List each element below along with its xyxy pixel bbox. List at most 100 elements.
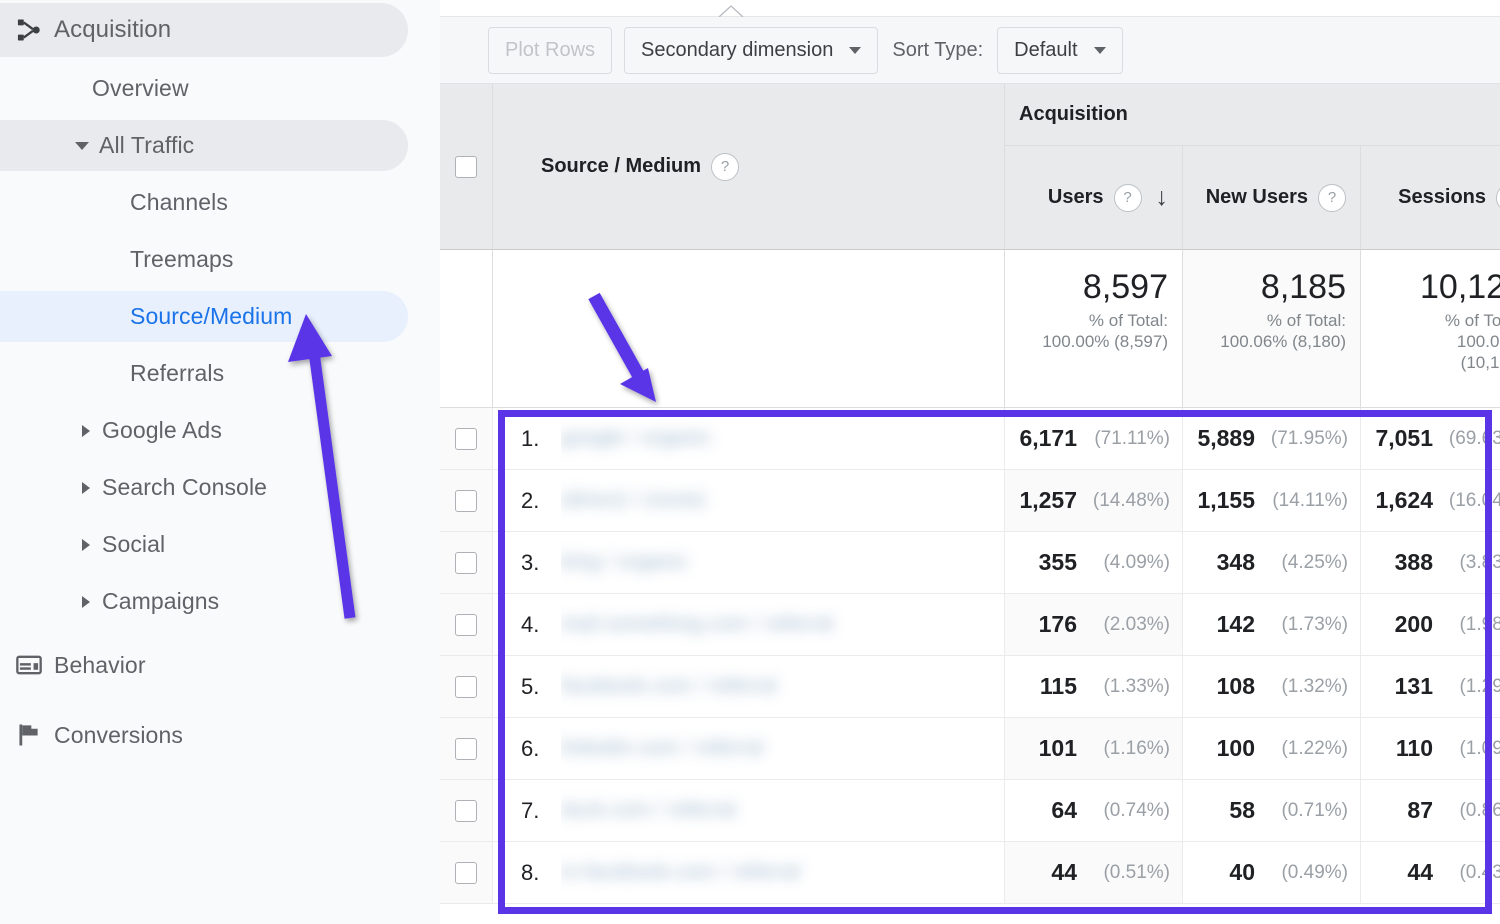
row-checkbox[interactable]: [455, 428, 477, 450]
sidebar-item-acquisition[interactable]: Acquisition: [0, 0, 440, 60]
help-icon[interactable]: ?: [1114, 184, 1142, 212]
metric-percent: (1.16%): [1086, 738, 1170, 760]
row-checkbox[interactable]: [455, 738, 477, 760]
summary-cell-users: 8,597 % of Total: 100.00% (8,597): [1004, 250, 1182, 408]
sort-type-label: Sort Type:: [892, 39, 983, 62]
sidebar-item-source-medium[interactable]: Source/Medium: [0, 288, 440, 345]
row-source-medium-blurred[interactable]: linkedin.com / referral: [561, 718, 1004, 780]
metric-percent: (71.11%): [1086, 428, 1170, 450]
metric-percent: (14.11%): [1264, 490, 1348, 512]
table-row[interactable]: 3.bing / organic355(4.09%)348(4.25%)388(…: [440, 532, 1500, 594]
table-row[interactable]: 4.mail.something.com / referral176(2.03%…: [440, 594, 1500, 656]
secondary-dimension-dropdown[interactable]: Secondary dimension: [624, 27, 878, 74]
summary-pct-label: % of Total:: [1193, 311, 1346, 332]
row-checkbox-cell[interactable]: [440, 532, 492, 594]
sidebar-item-label: Social: [102, 531, 165, 558]
analytics-source-medium-screen: Acquisition Overview All Traffic Channel…: [0, 0, 1500, 924]
row-checkbox[interactable]: [455, 862, 477, 884]
row-source-medium-blurred[interactable]: google / organic: [561, 408, 1004, 470]
caret-right-icon[interactable]: [82, 482, 90, 494]
row-checkbox-cell[interactable]: [440, 656, 492, 718]
metric-percent: (0.49%): [1264, 862, 1348, 884]
caret-right-icon[interactable]: [82, 596, 90, 608]
sidebar-item-treemaps[interactable]: Treemaps: [0, 231, 440, 288]
sidebar-item-label: Treemaps: [130, 246, 233, 273]
row-cell-new-users: 5,889(71.95%): [1182, 408, 1360, 470]
row-rank: 4.: [493, 612, 561, 638]
sidebar-item-social[interactable]: Social: [0, 516, 440, 573]
table-row[interactable]: 1.google / organic6,171(71.11%)5,889(71.…: [440, 408, 1500, 470]
row-checkbox[interactable]: [455, 614, 477, 636]
sidebar-item-channels[interactable]: Channels: [0, 174, 440, 231]
row-checkbox[interactable]: [455, 490, 477, 512]
help-icon[interactable]: ?: [711, 153, 739, 181]
row-rank: 6.: [493, 736, 561, 762]
column-header-users[interactable]: Users ? ↓: [1004, 146, 1182, 250]
column-header-new-users[interactable]: New Users ?: [1182, 146, 1360, 250]
sidebar-item-overview[interactable]: Overview: [0, 60, 440, 117]
metric-percent: (1.73%): [1264, 614, 1348, 636]
row-dimension-cell: 2.(direct) / (none): [492, 470, 1004, 532]
row-source-medium-label: mail.something.com / referral: [561, 613, 833, 636]
row-checkbox-cell[interactable]: [440, 718, 492, 780]
metric-percent: (0.51%): [1086, 862, 1170, 884]
row-cell-new-users: 58(0.71%): [1182, 780, 1360, 842]
sidebar-item-conversions[interactable]: Conversions: [0, 700, 440, 770]
row-source-medium-blurred[interactable]: facebook.com / referral: [561, 656, 1004, 718]
row-cell-users: 101(1.16%): [1004, 718, 1182, 780]
help-icon[interactable]: ?: [1318, 184, 1346, 212]
caret-right-icon[interactable]: [82, 425, 90, 437]
sidebar-item-google-ads[interactable]: Google Ads: [0, 402, 440, 459]
row-source-medium-blurred[interactable]: (direct) / (none): [561, 470, 1004, 532]
caret-down-icon[interactable]: [75, 142, 89, 150]
sidebar-item-all-traffic[interactable]: All Traffic: [0, 117, 440, 174]
column-header-sessions[interactable]: Sessions ?: [1360, 146, 1500, 250]
table-toolbar: Plot Rows Secondary dimension Sort Type:…: [440, 17, 1500, 84]
select-all-checkbox-cell[interactable]: [440, 84, 492, 250]
sort-descending-icon[interactable]: ↓: [1156, 185, 1169, 210]
main-report-panel: Plot Rows Secondary dimension Sort Type:…: [440, 0, 1500, 924]
row-checkbox-cell[interactable]: [440, 594, 492, 656]
table-row[interactable]: 6.linkedin.com / referral101(1.16%)100(1…: [440, 718, 1500, 780]
row-checkbox[interactable]: [455, 552, 477, 574]
table-row[interactable]: 2.(direct) / (none)1,257(14.48%)1,155(14…: [440, 470, 1500, 532]
table-row[interactable]: 7.duck.com / referral64(0.74%)58(0.71%)8…: [440, 780, 1500, 842]
row-cell-users: 6,171(71.11%): [1004, 408, 1182, 470]
acquisition-group-header: Acquisition: [1004, 84, 1500, 146]
plot-rows-button[interactable]: Plot Rows: [488, 27, 612, 74]
row-cell-sessions: 7,051(69.63%): [1360, 408, 1500, 470]
sort-type-dropdown[interactable]: Default: [997, 27, 1122, 74]
row-source-medium-blurred[interactable]: bing / organic: [561, 532, 1004, 594]
row-source-medium-blurred[interactable]: m.facebook.com / referral: [561, 842, 1004, 904]
sidebar-item-label: All Traffic: [99, 132, 194, 159]
row-source-medium-blurred[interactable]: mail.something.com / referral: [561, 594, 1004, 656]
caret-right-icon[interactable]: [82, 539, 90, 551]
row-source-medium-blurred[interactable]: duck.com / referral: [561, 780, 1004, 842]
summary-pct-detail: 100.06% (8,180): [1193, 332, 1346, 353]
metric-percent: (1.33%): [1086, 676, 1170, 698]
summary-pct-label: % of Total:: [1015, 311, 1168, 332]
sidebar-item-campaigns[interactable]: Campaigns: [0, 573, 440, 630]
table-body: 1.google / organic6,171(71.11%)5,889(71.…: [440, 408, 1500, 904]
sidebar-item-referrals[interactable]: Referrals: [0, 345, 440, 402]
dimension-column-header[interactable]: Source / Medium ?: [492, 84, 1004, 250]
row-checkbox-cell[interactable]: [440, 842, 492, 904]
sidebar-item-behavior[interactable]: Behavior: [0, 630, 440, 700]
metric-percent: (4.09%): [1086, 552, 1170, 574]
left-sidebar-navigation: Acquisition Overview All Traffic Channel…: [0, 0, 440, 924]
metric-percent: (0.74%): [1086, 800, 1170, 822]
metric-value: 87: [1407, 797, 1433, 824]
sidebar-item-search-console[interactable]: Search Console: [0, 459, 440, 516]
row-checkbox-cell[interactable]: [440, 470, 492, 532]
select-all-checkbox[interactable]: [455, 156, 477, 178]
summary-value: 8,597: [1015, 268, 1168, 306]
table-row[interactable]: 8.m.facebook.com / referral44(0.51%)40(0…: [440, 842, 1500, 904]
metric-percent: (4.25%): [1264, 552, 1348, 574]
row-checkbox-cell[interactable]: [440, 780, 492, 842]
row-checkbox[interactable]: [455, 676, 477, 698]
row-checkbox[interactable]: [455, 800, 477, 822]
secondary-dimension-label: Secondary dimension: [641, 39, 833, 62]
row-checkbox-cell[interactable]: [440, 408, 492, 470]
help-icon[interactable]: ?: [1496, 184, 1500, 212]
table-row[interactable]: 5.facebook.com / referral115(1.33%)108(1…: [440, 656, 1500, 718]
